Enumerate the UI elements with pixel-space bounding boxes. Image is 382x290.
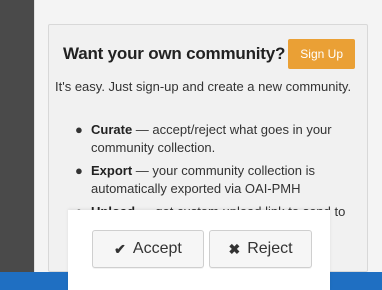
card-header: Want your own community? Sign Up: [63, 37, 355, 71]
feature-name: Export: [91, 163, 133, 178]
feature-name: Curate: [91, 122, 133, 137]
accept-label: Accept: [132, 240, 182, 257]
reject-label: Reject: [247, 240, 293, 257]
accept-button[interactable]: ✔ Accept: [92, 230, 204, 268]
reject-button[interactable]: ✖ Reject: [209, 230, 312, 268]
sign-up-button[interactable]: Sign Up: [288, 39, 355, 69]
bullet-icon: ●: [75, 122, 83, 137]
x-icon: ✖: [228, 240, 241, 257]
card-intro-text: It's easy. Just sign-up and create a new…: [55, 79, 352, 94]
card-title: Want your own community?: [63, 44, 286, 63]
left-background: [0, 0, 34, 290]
accept-reject-dialog: ✔ Accept ✖ Reject: [68, 210, 330, 290]
check-icon: ✔: [114, 240, 126, 257]
feature-item-curate: ● Curate — accept/reject what goes in yo…: [73, 121, 357, 157]
bullet-icon: ●: [75, 163, 83, 178]
feature-item-export: ● Export — your community collection is …: [73, 162, 357, 198]
